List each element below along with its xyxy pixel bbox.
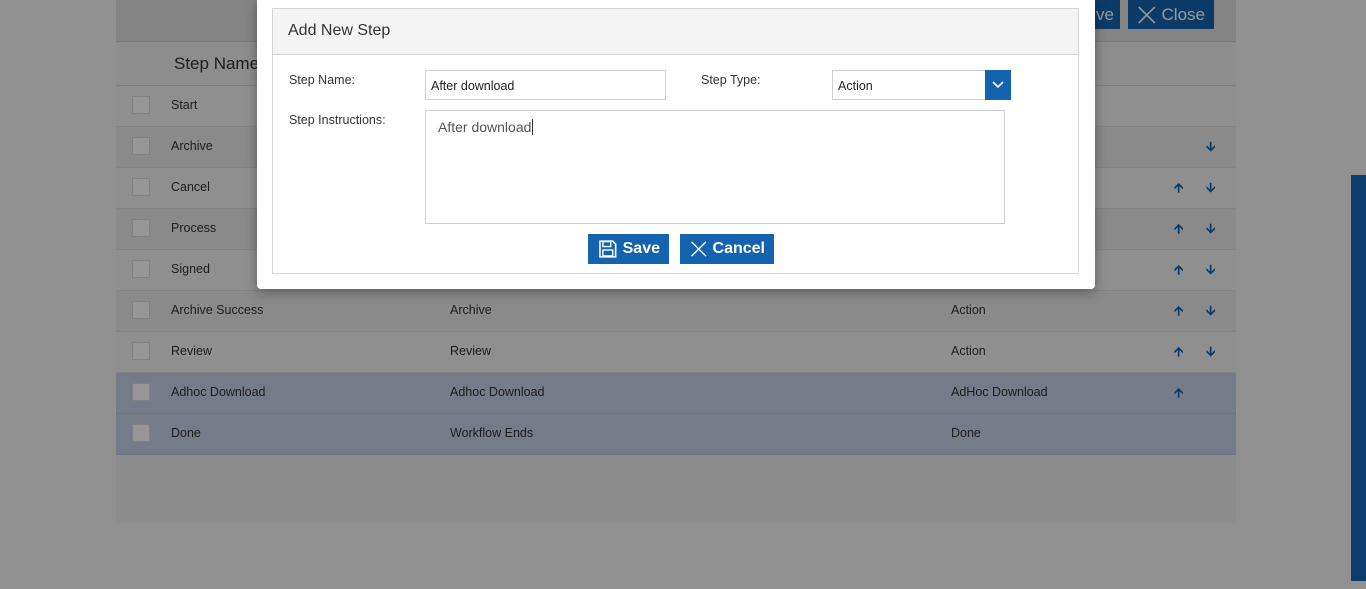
step-instructions-textarea[interactable]: After download [425,110,1005,224]
step-instructions-label: Step Instructions: [289,113,386,127]
step-name-label: Step Name: [289,73,356,87]
cancel-label: Cancel [712,240,765,257]
dialog-header: Add New Step [273,9,1078,55]
save-button[interactable]: Save [588,234,669,264]
floppy-disk-icon [599,240,617,258]
step-name-input[interactable]: After download [425,70,666,100]
chevron-down-icon[interactable] [985,70,1011,100]
add-step-dialog: Add New Step Step Name: After download S… [257,0,1095,289]
dialog-title: Add New Step [288,22,391,39]
save-label: Save [622,240,660,257]
step-instructions-text: After download [438,119,532,135]
dialog-body: Add New Step Step Name: After download S… [272,8,1079,274]
step-type-value: Action [838,79,873,93]
close-icon [691,241,707,257]
cancel-button[interactable]: Cancel [680,234,774,264]
step-type-label: Step Type: [701,73,761,87]
step-type-select[interactable]: Action [832,70,1011,100]
text-caret [532,119,534,135]
